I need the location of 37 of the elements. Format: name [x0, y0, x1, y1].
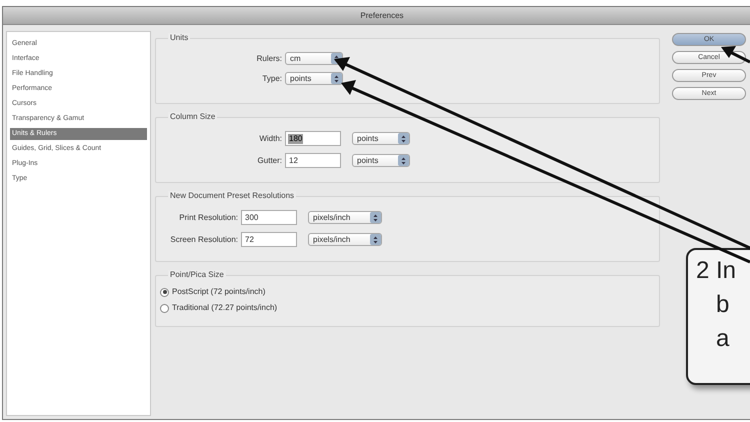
- group-title: New Document Preset Resolutions: [168, 191, 296, 201]
- dropdown[interactable]: points: [352, 132, 410, 145]
- field-value: 12: [288, 156, 299, 166]
- stepper-icon: [398, 133, 409, 144]
- input-field[interactable]: 72: [241, 232, 297, 247]
- dropdown[interactable]: points: [285, 72, 343, 85]
- radio-button[interactable]: [160, 304, 169, 312]
- field-value: 300: [244, 212, 260, 222]
- field-value: 72: [244, 234, 255, 244]
- group-title: Column Size: [168, 112, 218, 122]
- group-title: Point/Pica Size: [168, 270, 226, 280]
- group-title: Units: [168, 33, 190, 43]
- stepper-icon: [398, 155, 409, 166]
- input-field[interactable]: 180: [285, 131, 341, 146]
- field-value: 180: [288, 134, 304, 144]
- field-label: Screen Resolution:: [169, 234, 238, 246]
- dropdown[interactable]: cm: [285, 52, 343, 65]
- callout-text: b: [715, 290, 730, 320]
- callout-text: 2 In: [696, 256, 738, 286]
- field-label: Print Resolution:: [178, 212, 238, 224]
- dropdown[interactable]: points: [352, 154, 410, 167]
- input-field[interactable]: 12: [285, 153, 341, 168]
- radio-option[interactable]: Traditional (72.27 points/inch): [160, 302, 659, 314]
- stepper-icon: [370, 212, 381, 223]
- dropdown[interactable]: pixels/inch: [308, 211, 382, 224]
- callout-text: a: [715, 324, 730, 354]
- radio-button[interactable]: [160, 288, 169, 296]
- field-label: Width:: [258, 132, 282, 144]
- window-title: Preferences: [360, 10, 404, 22]
- dropdown[interactable]: pixels/inch: [308, 233, 382, 246]
- stepper-icon: [370, 234, 381, 245]
- field-label: Rulers:: [256, 52, 282, 64]
- field-label: Gutter:: [256, 154, 282, 166]
- input-field[interactable]: 300: [241, 210, 297, 225]
- radio-option[interactable]: PostScript (72 points/inch): [160, 286, 659, 298]
- field-label: Type:: [261, 72, 282, 84]
- stepper-icon: [331, 73, 342, 84]
